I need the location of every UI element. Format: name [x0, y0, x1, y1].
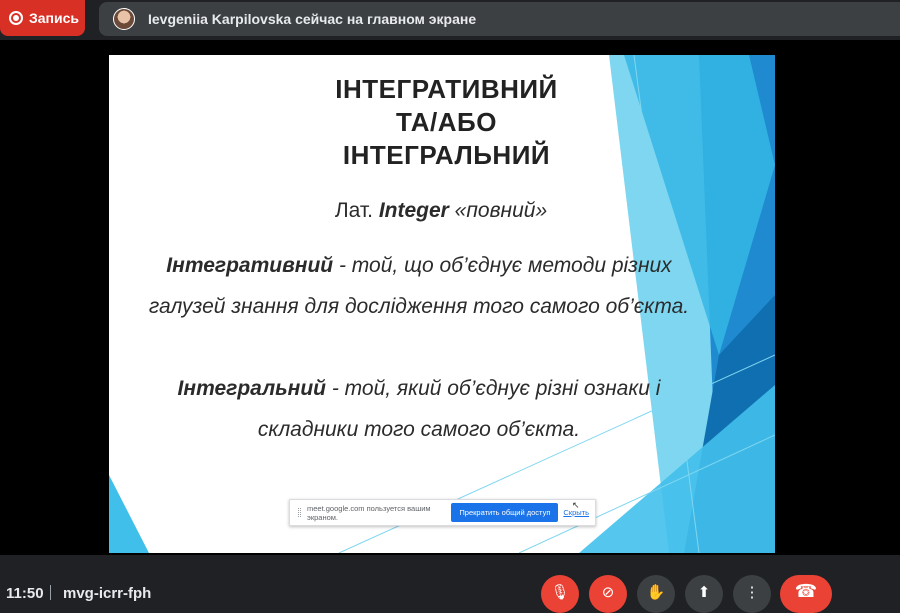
presenter-text: Ievgeniia Karpilovska сейчас на главном … [148, 11, 477, 27]
slide-title: ІНТЕГРАТИВНИЙ ТА/АБО ІНТЕГРАЛЬНИЙ [289, 73, 604, 172]
present-button[interactable]: ⬆ [685, 575, 723, 613]
slide-title-line: ТА/АБО [396, 107, 497, 137]
latin-word: Integer [378, 199, 449, 222]
camera-off-icon: ⊘ [601, 584, 615, 601]
share-notice-text: meet.google.com пользуется вашим экраном… [307, 503, 431, 522]
stop-sharing-button[interactable]: Прекратить общий доступ [451, 503, 559, 522]
presentation-stage: ІНТЕГРАТИВНИЙ ТА/АБО ІНТЕГРАЛЬНИЙ Лат. I… [0, 40, 900, 555]
meeting-code: mvg-icrr-fph [63, 585, 152, 602]
hand-icon: ✋ [646, 584, 666, 601]
clock-time: 11:50 [6, 585, 44, 602]
present-icon: ⬆ [697, 584, 711, 601]
screen-share-notice: meet.google.com пользуется вашим экраном… [289, 499, 596, 526]
drag-handle-icon[interactable] [298, 508, 301, 517]
mic-off-icon: 🎙 [550, 584, 570, 601]
latin-origin-line: Лат. Integer «повний» [109, 199, 773, 223]
microphone-off-button[interactable]: 🎙 [541, 575, 579, 613]
hang-up-icon: ☎ [794, 581, 818, 601]
latin-translation: «повний» [448, 199, 548, 222]
slide-title-line: ІНТЕГРАТИВНИЙ [335, 74, 558, 104]
more-vert-icon: ⋮ [744, 584, 760, 601]
divider [50, 585, 51, 600]
camera-off-button[interactable]: ⊘ [589, 575, 627, 613]
bottom-bar: 11:50 mvg-icrr-fph 🎙 ⊘ ✋ ⬆ ⋮ ☎ [0, 555, 900, 613]
more-options-button[interactable]: ⋮ [733, 575, 771, 613]
latin-prefix: Лат. [334, 199, 379, 222]
presenter-banner: Ievgeniia Karpilovska сейчас на главном … [99, 2, 900, 36]
recording-label: Запись [29, 10, 80, 26]
presentation-slide: ІНТЕГРАТИВНИЙ ТА/АБО ІНТЕГРАЛЬНИЙ Лат. I… [109, 55, 775, 553]
avatar [113, 8, 135, 30]
top-bar: Запись Ievgeniia Karpilovska сейчас на г… [0, 0, 900, 40]
record-icon [9, 11, 23, 25]
term-integrative: Інтегративний [166, 254, 334, 277]
definition-integral: Інтегральний - той, який об’єднує різні … [149, 368, 689, 450]
recording-button[interactable]: Запись [0, 0, 85, 36]
term-integral: Інтегральний [177, 377, 326, 400]
definition-integrative: Інтегративний - той, що об’єднує методи … [139, 245, 699, 327]
leave-call-button[interactable]: ☎ [780, 575, 832, 613]
raise-hand-button[interactable]: ✋ [637, 575, 675, 613]
slide-title-line: ІНТЕГРАЛЬНИЙ [342, 140, 551, 170]
mouse-cursor-icon: ↖ [572, 500, 580, 510]
